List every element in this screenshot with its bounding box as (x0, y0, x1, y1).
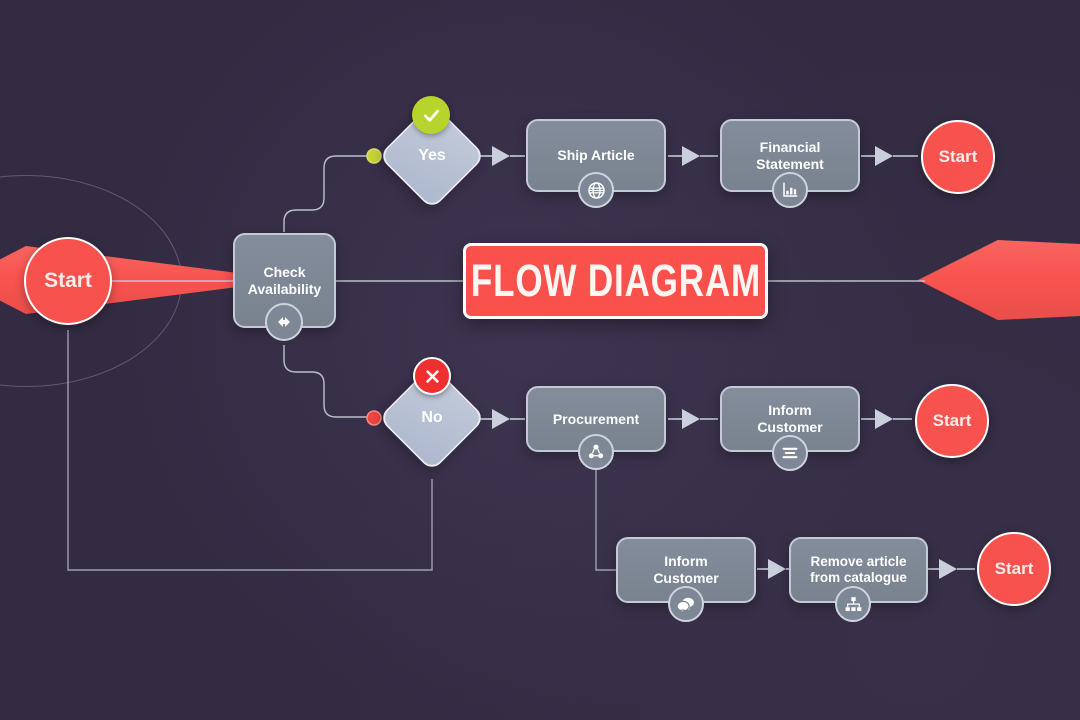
sitemap-icon (835, 586, 871, 622)
check-circle-icon (412, 96, 450, 134)
node-label: Procurement (552, 410, 640, 427)
node-start-bottom-end[interactable]: Start (977, 532, 1051, 606)
node-label: Ship Article (557, 147, 635, 164)
junction-dot-yes (366, 148, 382, 164)
arrow-inform-to-start (861, 409, 912, 429)
node-label: Check Availability (247, 263, 322, 297)
share-nodes-icon (578, 434, 614, 470)
globe-icon (578, 172, 614, 208)
chat-bubbles-icon (668, 586, 704, 622)
node-label: Start (994, 559, 1034, 578)
arrow-procurement-to-inform (668, 409, 718, 429)
node-label: Inform Customer (757, 402, 823, 435)
node-label: Yes (418, 147, 446, 164)
node-label: No (421, 409, 443, 426)
list-lines-icon (772, 435, 808, 471)
page-title: FLOW DIAGRAM (463, 243, 768, 319)
node-label: Start (44, 269, 92, 292)
node-label: Remove article from catalogue (810, 554, 907, 585)
node-label: Inform Customer (653, 553, 719, 586)
node-label: Start (938, 147, 978, 166)
node-label: Financial Statement (756, 138, 824, 172)
junction-dot-no (366, 410, 382, 426)
node-start-yes-end[interactable]: Start (921, 120, 995, 194)
arrow-ship-to-financial (668, 146, 718, 166)
arrow-yes-to-ship (478, 146, 525, 166)
node-start-left[interactable]: Start (24, 237, 112, 325)
arrow-financial-to-start (861, 146, 918, 166)
arrow-no-to-procurement (478, 409, 525, 429)
arrow-remove-to-start (928, 559, 975, 579)
connector-layer: .wire { fill:none; stroke:#c8ccd6; strok… (67, 146, 975, 579)
bar-chart-icon (772, 172, 808, 208)
arrows-left-right-icon (265, 303, 303, 341)
arrow-inform-to-remove (757, 559, 789, 579)
page-title-text: FLOW DIAGRAM (470, 255, 761, 306)
flow-diagram-canvas: .wire { fill:none; stroke:#c8ccd6; strok… (0, 0, 1080, 720)
node-start-no-end[interactable]: Start (915, 384, 989, 458)
node-label: Start (932, 411, 972, 430)
cross-circle-icon (413, 357, 451, 395)
